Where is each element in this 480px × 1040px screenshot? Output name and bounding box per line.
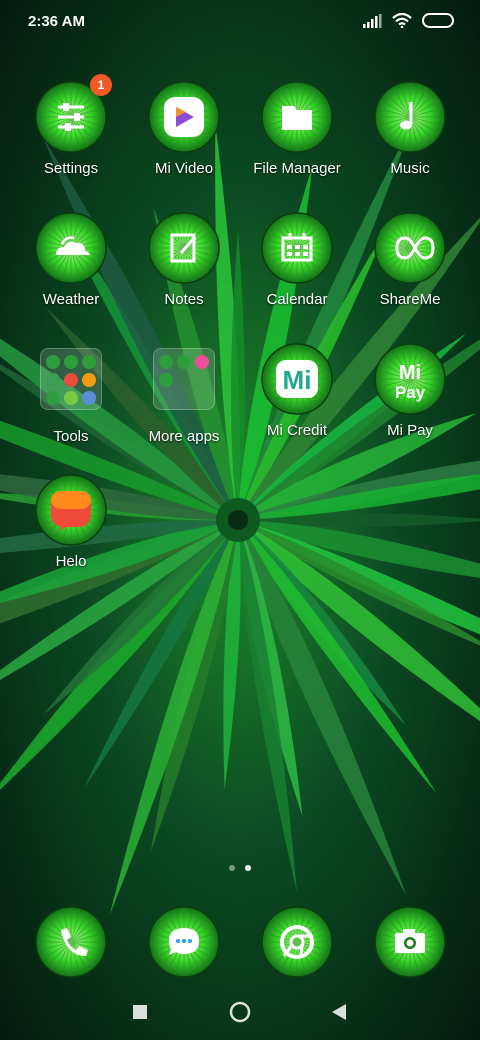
app-calendar[interactable]: Calendar bbox=[241, 211, 353, 308]
app-label: Calendar bbox=[266, 291, 328, 308]
recents-button[interactable] bbox=[133, 1005, 147, 1019]
app-shareme[interactable]: ShareMe bbox=[354, 211, 466, 308]
notes-glyph bbox=[148, 212, 220, 284]
dock-chrome[interactable] bbox=[241, 905, 353, 979]
page-dot-1[interactable] bbox=[229, 865, 235, 871]
dock-camera-glyph bbox=[374, 906, 446, 978]
app-mi-pay[interactable]: Mi Pay Mi Pay bbox=[354, 342, 466, 439]
weather-glyph bbox=[35, 212, 107, 284]
calendar-glyph bbox=[261, 212, 333, 284]
app-mi-credit[interactable]: Mi Mi Credit bbox=[241, 342, 353, 439]
mi-credit-icon: Mi bbox=[260, 342, 334, 416]
file-manager-glyph bbox=[261, 81, 333, 153]
app-more-apps[interactable]: More apps bbox=[128, 342, 240, 445]
dock-messages[interactable] bbox=[128, 905, 240, 979]
back-button[interactable] bbox=[332, 1004, 346, 1020]
app-label: Tools bbox=[53, 428, 89, 445]
page-dot-2[interactable] bbox=[245, 865, 251, 871]
helo-icon bbox=[34, 473, 108, 547]
mi-video-glyph bbox=[148, 81, 220, 153]
chrome-icon bbox=[260, 905, 334, 979]
folder-mini-icon bbox=[46, 373, 60, 387]
app-label: Mi Video bbox=[154, 160, 214, 177]
tools-icon bbox=[34, 348, 108, 422]
folder-more-apps bbox=[153, 348, 215, 410]
notification-badge: 1 bbox=[90, 74, 112, 96]
home-button[interactable] bbox=[229, 1001, 251, 1023]
folder-mini-icon bbox=[195, 355, 209, 369]
folder-mini-icon bbox=[82, 391, 96, 405]
dock-camera[interactable] bbox=[354, 905, 466, 979]
status-bar: 2:36 AM bbox=[0, 0, 480, 44]
mi-pay-glyph: MiPay bbox=[374, 343, 446, 415]
app-file-manager[interactable]: File Manager bbox=[241, 80, 353, 177]
more-apps-icon bbox=[147, 348, 221, 422]
app-tools[interactable]: Tools bbox=[15, 342, 127, 445]
folder-mini-icon bbox=[46, 391, 60, 405]
settings-icon: 1 bbox=[34, 74, 112, 154]
phone-icon bbox=[34, 905, 108, 979]
dock-phone[interactable] bbox=[15, 905, 127, 979]
folder-mini-icon bbox=[64, 391, 78, 405]
app-label: Weather bbox=[42, 291, 100, 308]
app-label: File Manager bbox=[253, 160, 341, 177]
shareme-icon bbox=[373, 211, 447, 285]
app-music[interactable]: Music bbox=[354, 80, 466, 177]
battery-icon bbox=[422, 13, 454, 28]
dock-phone-glyph bbox=[35, 906, 107, 978]
app-label: Mi Credit bbox=[266, 422, 327, 439]
folder-mini-icon bbox=[159, 373, 173, 387]
app-label: Helo bbox=[55, 553, 87, 570]
app-helo[interactable]: Helo bbox=[15, 473, 127, 570]
folder-mini-icon bbox=[64, 355, 78, 369]
file-manager-icon bbox=[260, 80, 334, 154]
app-label: Mi Pay bbox=[387, 422, 433, 439]
app-notes[interactable]: Notes bbox=[128, 211, 240, 308]
app-settings[interactable]: 1 Settings bbox=[15, 74, 127, 177]
mi-pay-icon: Mi Pay bbox=[373, 342, 447, 416]
mi-pay-logo-subtext: Pay bbox=[395, 383, 426, 402]
mi-pay-logo-text: Mi bbox=[399, 362, 421, 384]
app-label: Notes bbox=[164, 291, 204, 308]
helo-glyph bbox=[35, 474, 107, 546]
signal-icon bbox=[363, 13, 382, 28]
folder-mini-icon bbox=[177, 355, 191, 369]
notes-icon bbox=[147, 211, 221, 285]
music-icon bbox=[373, 80, 447, 154]
dock-chrome-glyph bbox=[261, 906, 333, 978]
folder-mini-icon bbox=[46, 355, 60, 369]
app-label: ShareMe bbox=[379, 291, 441, 308]
messages-icon bbox=[147, 905, 221, 979]
mi-credit-logo-text: Mi bbox=[283, 365, 312, 395]
weather-icon bbox=[34, 211, 108, 285]
mi-credit-glyph: Mi bbox=[261, 343, 333, 415]
shareme-glyph bbox=[374, 212, 446, 284]
mi-video-icon bbox=[147, 80, 221, 154]
status-time: 2:36 AM bbox=[28, 13, 85, 30]
navigation-bar bbox=[133, 1001, 346, 1023]
folder-tools bbox=[40, 348, 102, 410]
music-glyph bbox=[374, 81, 446, 153]
folder-mini-icon bbox=[64, 373, 78, 387]
app-mi-video[interactable]: Mi Video bbox=[128, 80, 240, 177]
app-label: Music bbox=[390, 160, 430, 177]
app-label: More apps bbox=[148, 428, 220, 445]
folder-mini-icon bbox=[82, 373, 96, 387]
camera-icon bbox=[373, 905, 447, 979]
folder-mini-icon bbox=[82, 355, 96, 369]
wifi-icon bbox=[392, 13, 412, 28]
page-indicator bbox=[0, 865, 480, 871]
app-label: Settings bbox=[43, 160, 99, 177]
folder-mini-icon bbox=[159, 355, 173, 369]
app-weather[interactable]: Weather bbox=[15, 211, 127, 308]
calendar-icon bbox=[260, 211, 334, 285]
dock-messages-glyph bbox=[148, 906, 220, 978]
